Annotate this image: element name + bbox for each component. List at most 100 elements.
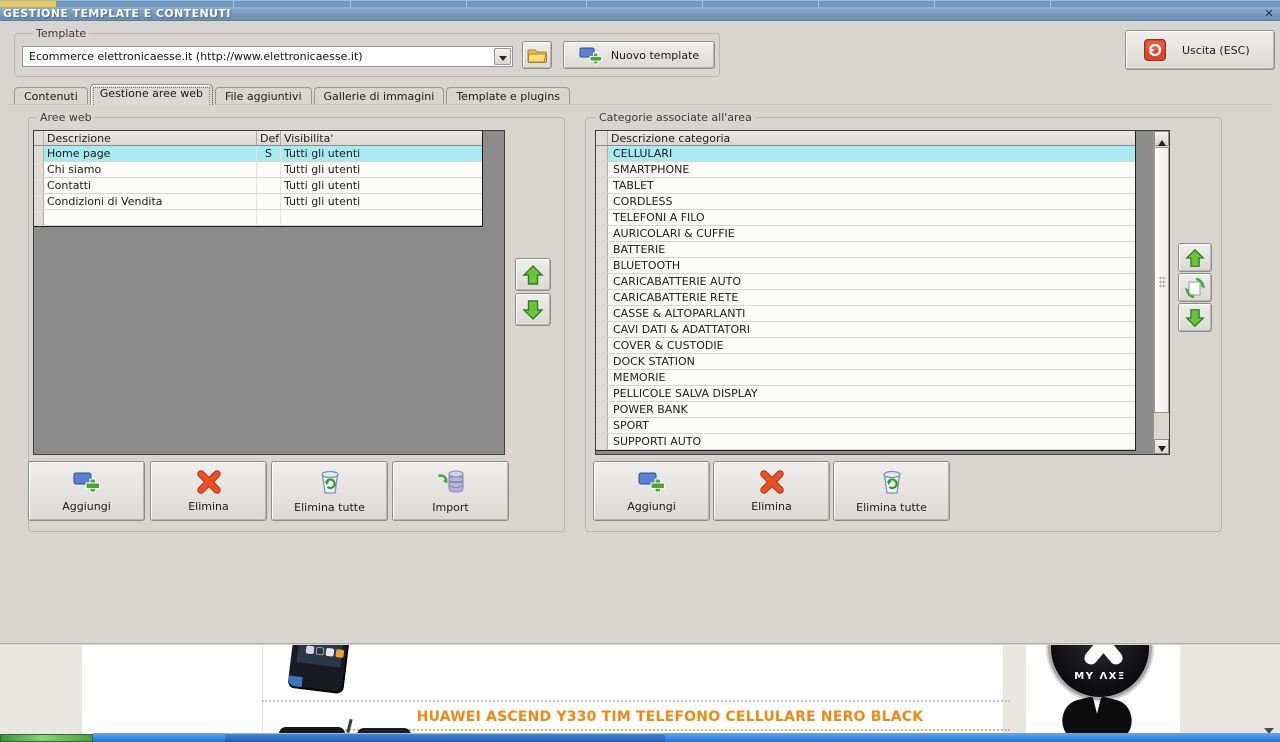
cat-elimina-button[interactable]: Elimina [713, 461, 830, 521]
category-label: PELLICOLE SALVA DISPLAY [613, 387, 758, 400]
aree-web-legend: Aree web [37, 111, 95, 124]
category-row[interactable]: AURICOLARI & CUFFIE [596, 226, 1135, 242]
row-selector [596, 434, 608, 449]
category-row[interactable]: CARICABATTERIE RETE [596, 290, 1135, 306]
category-row[interactable]: PELLICOLE SALVA DISPLAY [596, 386, 1135, 402]
product-link-text: HUAWEI ASCEND Y330 TIM TELEFONO CELLULAR… [416, 709, 924, 725]
tab-focus-border [92, 87, 210, 105]
category-label: SUPPORTI AUTO [613, 435, 702, 448]
categorie-rows: Descrizione categoria CELLULARI SMARTPHO… [596, 131, 1136, 451]
open-folder-button[interactable] [522, 41, 552, 69]
aree-aggiungi-button[interactable]: Aggiungi [28, 461, 145, 521]
scroll-down-icon[interactable] [1154, 439, 1169, 454]
window-title: GESTIONE TEMPLATE E CONTENUTI [3, 7, 231, 20]
tab-label: File aggiuntivi [224, 90, 302, 103]
tab-label: Template e plugins [456, 90, 561, 103]
category-row[interactable]: CELLULARI [596, 146, 1135, 162]
row-selector [596, 194, 608, 209]
move-down-button[interactable] [515, 293, 551, 326]
tab-template-e-plugins[interactable]: Template e plugins [446, 87, 571, 105]
category-label: MEMORIE [613, 371, 666, 384]
template-combobox[interactable]: Ecommerce elettronicaesse.it (http://www… [22, 46, 513, 67]
cat-elimina-tutte-button[interactable]: Elimina tutte [833, 461, 950, 521]
move-up-button[interactable] [515, 258, 551, 291]
product-image-phone [287, 645, 351, 695]
category-label: DOCK STATION [613, 355, 695, 368]
category-row[interactable]: SPORT [596, 418, 1135, 434]
cell-descrizione: Condizioni di Vendita [44, 194, 257, 209]
add-icon [637, 470, 667, 494]
col-def[interactable]: Def [257, 131, 281, 145]
tab-contenuti[interactable]: Contenuti [14, 87, 88, 105]
arrow-down-icon [521, 298, 545, 322]
cell-def: S [257, 146, 281, 161]
category-row[interactable]: CAVI DATI & ADATTATORI [596, 322, 1135, 338]
row-selector-header [34, 131, 44, 145]
aree-elimina-button[interactable]: Elimina [150, 461, 267, 521]
tab-gestione-aree-web[interactable]: Gestione aree web [89, 84, 213, 105]
category-row[interactable]: MEMORIE [596, 370, 1135, 386]
row-selector [596, 338, 608, 353]
row-selector [596, 178, 608, 193]
exit-button[interactable]: Uscita (ESC) [1125, 30, 1275, 70]
brand-card: MY ΛXΞ [1026, 645, 1180, 734]
category-label: CARICABATTERIE AUTO [613, 275, 741, 288]
tab-gallerie-di-immagini[interactable]: Gallerie di immagini [313, 87, 445, 105]
aree-web-header-row: Descrizione Def Visibilita' [34, 131, 482, 146]
screen: GESTIONE TEMPLATE E CONTENUTI ✕ Template… [0, 0, 1280, 742]
cat-aggiungi-button[interactable]: Aggiungi [593, 461, 710, 521]
category-move-down-button[interactable] [1178, 303, 1212, 332]
category-row[interactable]: CASSE & ALTOPARLANTI [596, 306, 1135, 322]
aree-elimina-tutte-button[interactable]: Elimina tutte [271, 461, 388, 521]
category-row[interactable]: COVER & CUSTODIE [596, 338, 1135, 354]
scrollbar-thumb[interactable] [1154, 147, 1169, 413]
category-row[interactable]: CORDLESS [596, 194, 1135, 210]
category-move-up-button[interactable] [1178, 243, 1212, 272]
logo-text: MY ΛXΞ [1074, 671, 1126, 682]
col-descrizione-categoria[interactable]: Descrizione categoria [608, 131, 1135, 145]
categorie-legend: Categorie associate all'area [596, 111, 755, 124]
category-row[interactable]: TELEFONI A FILO [596, 210, 1135, 226]
aree-web-row[interactable]: Condizioni di Vendita Tutti gli utenti [34, 194, 482, 210]
cell-def [257, 210, 281, 225]
category-label: CASSE & ALTOPARLANTI [613, 307, 746, 320]
row-selector [596, 290, 608, 305]
phone-screen [296, 645, 345, 668]
category-row[interactable]: CARICABATTERIE AUTO [596, 274, 1135, 290]
category-row[interactable]: BLUETOOTH [596, 258, 1135, 274]
cell-visibilita: Tutti gli utenti [284, 147, 361, 160]
aggiungi-label: Aggiungi [627, 499, 676, 513]
row-selector [596, 370, 608, 385]
tab-file-aggiuntivi[interactable]: File aggiuntivi [214, 87, 312, 105]
category-row[interactable]: TABLET [596, 178, 1135, 194]
aree-import-button[interactable]: Import [392, 461, 509, 521]
category-row[interactable]: SMARTPHONE [596, 162, 1135, 178]
product-link[interactable]: HUAWEI ASCEND Y330 TIM TELEFONO CELLULAR… [330, 709, 1010, 725]
category-label: BATTERIE [613, 243, 666, 256]
col-visibilita[interactable]: Visibilita' [281, 131, 481, 145]
scroll-up-icon[interactable] [1154, 131, 1169, 146]
category-label: TELEFONI A FILO [613, 211, 705, 224]
categorie-scrollbar[interactable] [1153, 131, 1169, 454]
category-row[interactable]: BATTERIE [596, 242, 1135, 258]
close-icon[interactable]: ✕ [1262, 7, 1276, 20]
aree-web-row[interactable]: Home page S Tutti gli utenti [34, 146, 482, 162]
col-descrizione[interactable]: Descrizione [44, 131, 257, 145]
category-label: COVER & CUSTODIE [613, 339, 724, 352]
category-row[interactable]: SUPPORTI AUTO [596, 434, 1135, 450]
category-label: CORDLESS [613, 195, 673, 208]
chevron-down-icon[interactable] [494, 48, 511, 65]
row-selector [34, 178, 44, 193]
category-row[interactable]: DOCK STATION [596, 354, 1135, 370]
aree-web-empty-row[interactable] [34, 210, 482, 226]
database-import-icon [437, 469, 465, 495]
aree-web-row[interactable]: Chi siamo Tutti gli utenti [34, 162, 482, 178]
row-selector [596, 258, 608, 273]
aree-web-row[interactable]: Contatti Tutti gli utenti [34, 178, 482, 194]
row-selector [596, 402, 608, 417]
category-refresh-button[interactable] [1178, 273, 1212, 302]
cell-descrizione [44, 210, 257, 225]
category-row[interactable]: POWER BANK [596, 402, 1135, 418]
cell-visibilita: Tutti gli utenti [284, 195, 361, 208]
new-template-button[interactable]: Nuovo template [563, 41, 715, 69]
